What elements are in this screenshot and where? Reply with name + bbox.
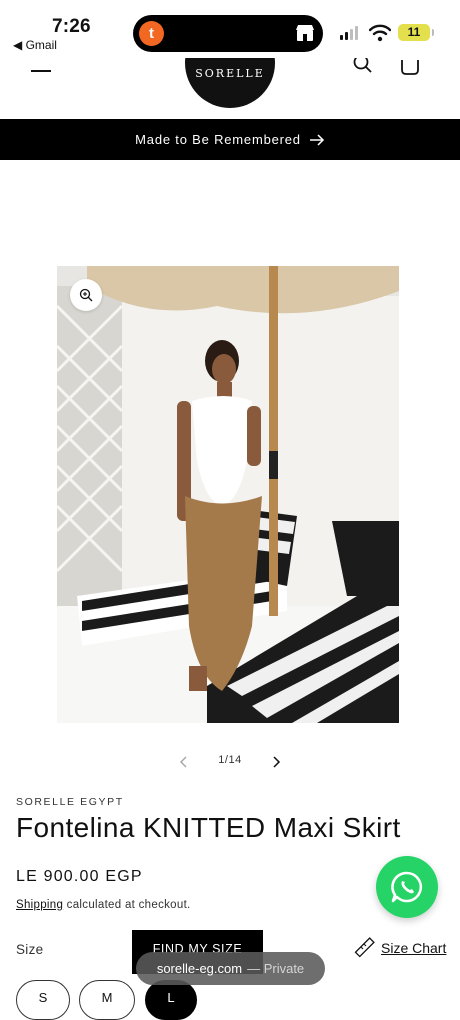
size-label: Size [16,942,44,957]
browser-domain: sorelle-eg.com [156,961,243,976]
menu-icon[interactable] [31,62,51,78]
announcement-bar[interactable]: Made to Be Remembered [0,119,460,160]
pagination-counter: 1/14 [218,754,242,766]
size-chart-label: Size Chart [381,940,447,956]
whatsapp-icon [391,871,423,903]
status-bar: 7:26 ◀ Gmail t 11 [0,0,460,58]
product-image[interactable] [57,266,399,723]
size-option-s[interactable]: S [16,980,70,1020]
chevron-left-icon[interactable] [177,754,191,770]
chevron-right-icon[interactable] [269,754,283,770]
zoom-button[interactable] [70,279,102,311]
product-price: LE 900.00 EGP [16,868,143,885]
browser-url-bar[interactable]: sorelle-eg.com — Private [136,952,325,985]
whatsapp-button[interactable] [376,856,438,918]
size-chart-link[interactable]: Size Chart [353,937,446,959]
battery-indicator: 11 [398,24,434,41]
search-icon[interactable] [353,58,373,76]
cell-signal-icon [340,26,358,40]
announcement-text: Made to Be Remembered [135,132,301,147]
ruler-icon [354,937,375,958]
app-badge-icon: t [139,21,164,46]
arrow-right-icon [309,133,324,146]
shipping-note: Shipping calculated at checkout. [16,899,191,911]
product-vendor: SORELLE EGYPT [16,796,124,808]
size-option-m[interactable]: M [79,980,135,1020]
clock: 7:26 [52,16,91,37]
image-pagination: 1/14 [0,752,460,772]
product-title: Fontelina KNITTED Maxi Skirt [16,812,401,843]
store-header: SORELLE [0,58,460,119]
shipping-text: calculated at checkout. [63,899,191,911]
dynamic-island: t [133,15,323,52]
wifi-icon [369,24,391,42]
back-to-gmail-link[interactable]: ◀ Gmail [13,38,57,52]
store-logo[interactable]: SORELLE [185,58,275,108]
cart-icon[interactable] [399,58,421,78]
shipping-link[interactable]: Shipping [16,899,63,911]
size-option-l[interactable]: L [145,980,197,1020]
zoom-icon [79,288,93,302]
browser-private-label: — Private [247,961,305,976]
product-photo [57,266,399,723]
store-icon [296,25,314,41]
